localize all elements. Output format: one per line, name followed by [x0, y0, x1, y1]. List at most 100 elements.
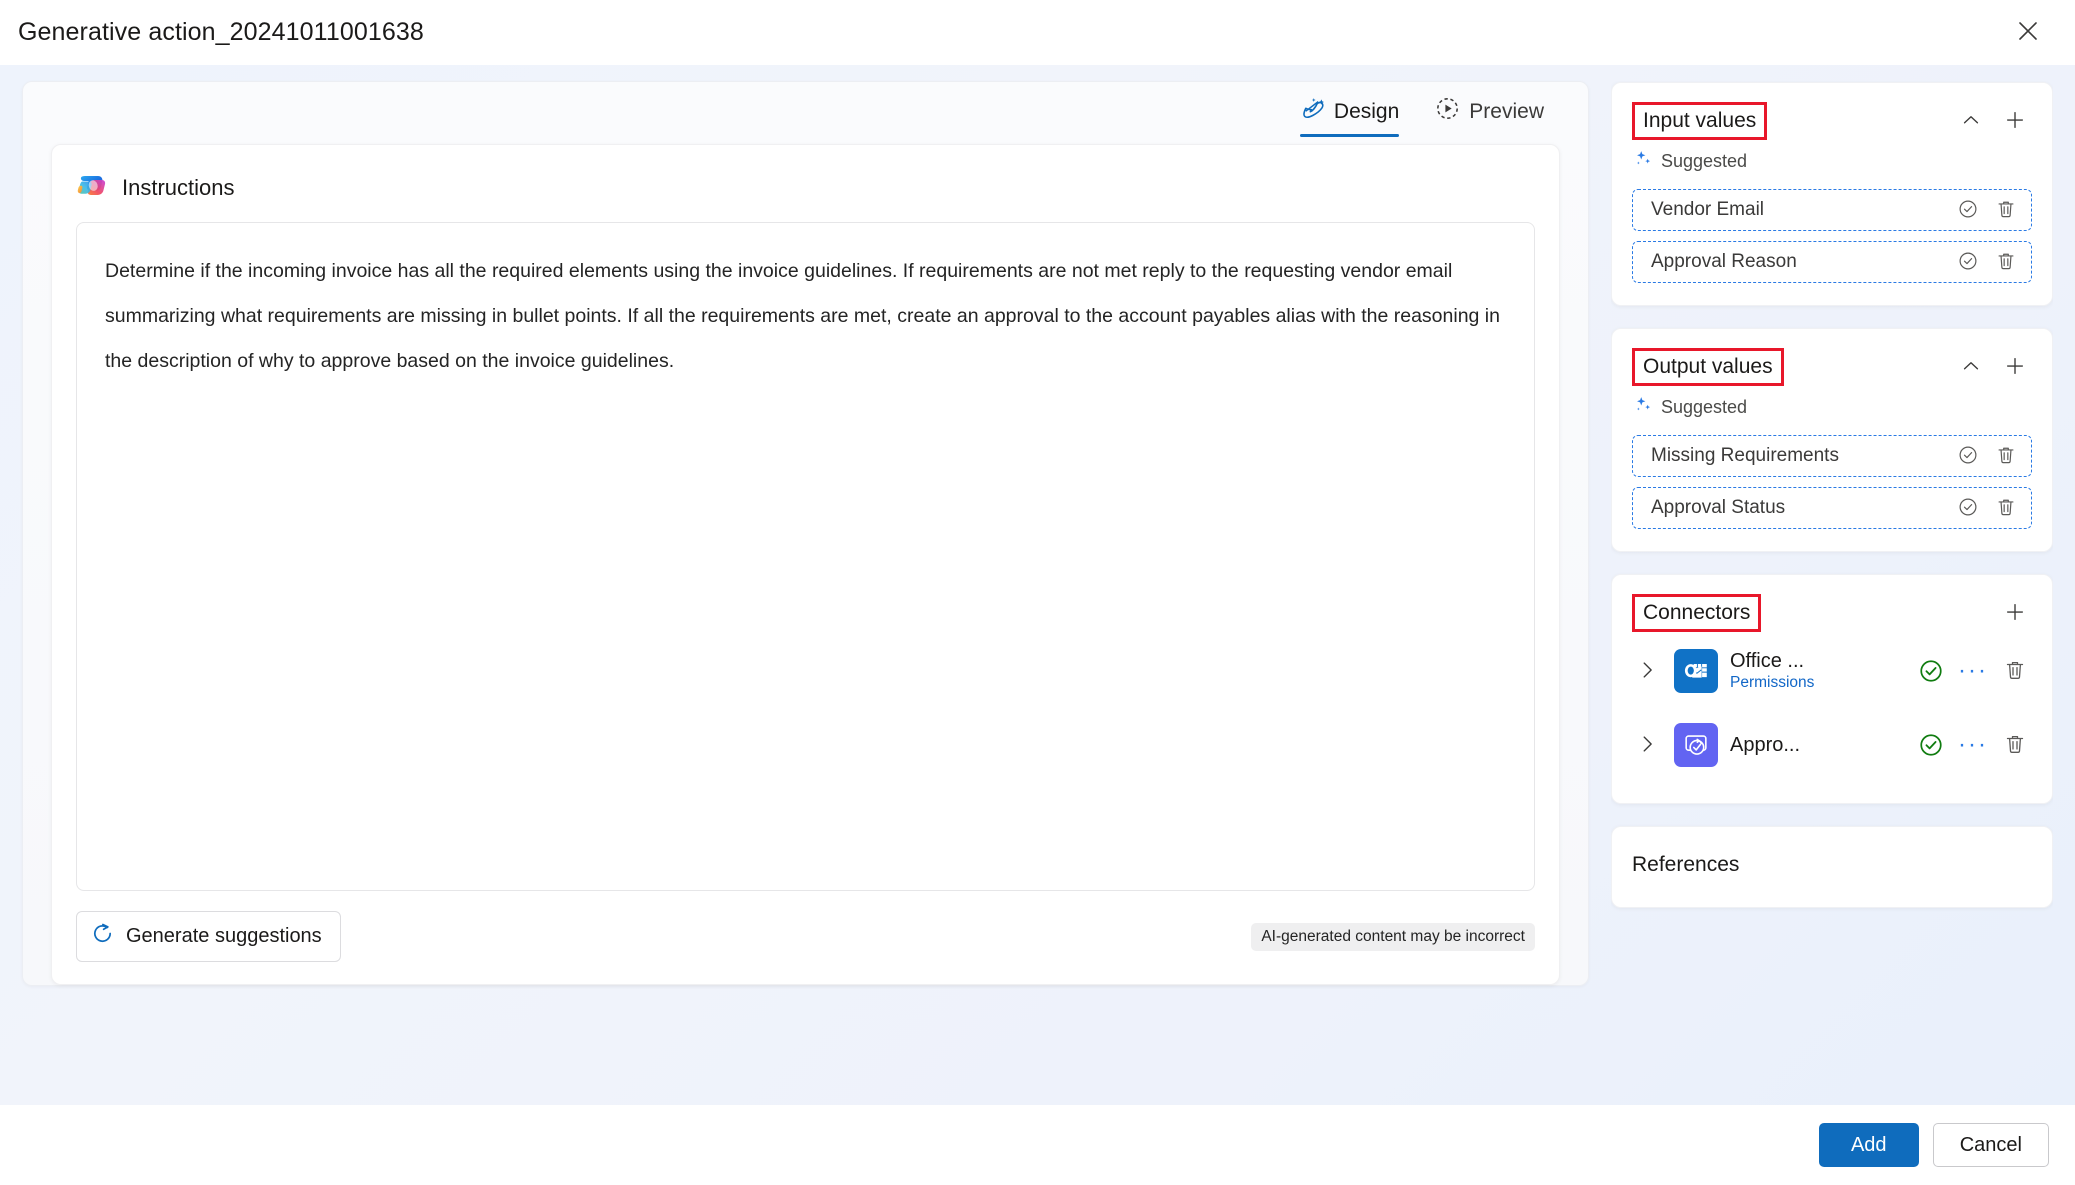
cancel-button[interactable]: Cancel — [1932, 1123, 2049, 1167]
input-value-name: Vendor Email — [1651, 199, 1765, 220]
plus-icon — [2004, 109, 2026, 134]
connectors-header: Connectors — [1632, 593, 2032, 633]
output-value-accept-button[interactable] — [1951, 491, 1985, 525]
sparkle-icon — [1634, 395, 1653, 419]
approvals-icon — [1674, 723, 1718, 767]
design-surface: Design Preview Instructions Determine if… — [22, 81, 1589, 986]
connector-name: Appro... — [1730, 733, 1801, 756]
output-values-actions — [1954, 350, 2032, 384]
check-circle-green-icon — [1914, 728, 1948, 762]
references-panel: References — [1611, 826, 2053, 908]
output-values-panel: Output values Suggested Missing Requirem… — [1611, 328, 2053, 552]
sparkle-icon — [1634, 149, 1653, 173]
chevron-right-icon — [1636, 659, 1658, 684]
instructions-text: Determine if the incoming invoice has al… — [105, 260, 1500, 373]
output-values-add-button[interactable] — [1998, 350, 2032, 384]
output-value-name: Missing Requirements — [1651, 445, 1839, 466]
generate-suggestions-label: Generate suggestions — [126, 925, 322, 947]
add-button[interactable]: Add — [1818, 1123, 1919, 1167]
connectors-actions — [1998, 596, 2032, 630]
instructions-title: Instructions — [122, 174, 235, 200]
output-value-item[interactable]: Approval Status — [1632, 487, 2032, 529]
tab-design-label: Design — [1333, 99, 1400, 123]
input-values-panel: Input values Suggested Vendor Email Appr… — [1611, 82, 2053, 306]
close-icon — [2017, 20, 2039, 45]
generate-suggestions-button[interactable]: Generate suggestions — [76, 911, 341, 962]
output-values-suggested-label: Suggested — [1661, 396, 1748, 417]
copilot-icon — [76, 169, 108, 206]
connectors-panel: Connectors Office ... Permissions ··· Ap… — [1611, 574, 2053, 804]
plus-icon — [2004, 355, 2026, 380]
input-value-item[interactable]: Vendor Email — [1632, 189, 2032, 231]
output-value-actions — [1951, 491, 2023, 525]
connector-expand-button[interactable] — [1632, 730, 1662, 760]
connector-delete-button[interactable] — [1998, 654, 2032, 688]
trash-icon — [1995, 250, 2017, 275]
tab-design[interactable]: Design — [1286, 88, 1413, 139]
chevron-up-icon — [1960, 109, 1982, 134]
play-circle-dashed-icon — [1435, 96, 1460, 127]
refresh-icon — [91, 922, 114, 951]
dialog-footer: Add Cancel — [0, 1105, 2075, 1185]
connector-delete-button[interactable] — [1998, 728, 2032, 762]
output-value-actions — [1951, 439, 2023, 473]
input-value-delete-button[interactable] — [1989, 245, 2023, 279]
ellipsis-icon: ··· — [1958, 730, 1988, 758]
output-value-item[interactable]: Missing Requirements — [1632, 435, 2032, 477]
check-circle-icon — [1957, 444, 1979, 469]
input-value-accept-button[interactable] — [1951, 245, 1985, 279]
output-value-accept-button[interactable] — [1951, 439, 1985, 473]
connector-actions: ··· — [1914, 728, 2032, 762]
output-values-header: Output values — [1632, 347, 2032, 387]
trash-icon — [2003, 732, 2027, 759]
connectors-title: Connectors — [1632, 593, 1762, 633]
design-column: Design Preview Instructions Determine if… — [22, 81, 1589, 1091]
input-value-delete-button[interactable] — [1989, 193, 2023, 227]
output-values-suggested-row: Suggested — [1632, 387, 2032, 425]
input-values-collapse-button[interactable] — [1954, 104, 1988, 138]
instructions-textarea[interactable]: Determine if the incoming invoice has al… — [76, 222, 1535, 891]
connector-row[interactable]: Office ... Permissions ··· — [1632, 633, 2032, 707]
trash-icon — [1995, 444, 2017, 469]
connectors-add-button[interactable] — [1998, 596, 2032, 630]
output-values-collapse-button[interactable] — [1954, 350, 1988, 384]
check-circle-icon — [1957, 496, 1979, 521]
chevron-right-icon — [1636, 733, 1658, 758]
input-value-item[interactable]: Approval Reason — [1632, 241, 2032, 283]
trash-icon — [1995, 198, 2017, 223]
close-button[interactable] — [2007, 12, 2049, 54]
connector-texts: Office ... Permissions — [1730, 650, 1850, 692]
plus-icon — [2004, 601, 2026, 626]
connector-row[interactable]: Appro... ··· — [1632, 707, 2032, 781]
input-value-actions — [1951, 193, 2023, 227]
dialog-header: Generative action_20241011001638 — [0, 0, 2075, 65]
input-values-header: Input values — [1632, 101, 2032, 141]
connector-expand-button[interactable] — [1632, 656, 1662, 686]
input-value-accept-button[interactable] — [1951, 193, 1985, 227]
office365-outlook-icon — [1674, 649, 1718, 693]
connector-permissions-link[interactable]: Permissions — [1730, 674, 1850, 692]
ai-disclaimer: AI-generated content may be incorrect — [1251, 922, 1535, 951]
input-values-add-button[interactable] — [1998, 104, 2032, 138]
connector-more-button[interactable]: ··· — [1956, 728, 1990, 762]
output-values-title: Output values — [1632, 347, 1784, 387]
tab-preview-label: Preview — [1469, 99, 1544, 123]
input-value-actions — [1951, 245, 2023, 279]
output-value-delete-button[interactable] — [1989, 491, 2023, 525]
connector-more-button[interactable]: ··· — [1956, 654, 1990, 688]
instructions-header: Instructions — [76, 165, 1535, 222]
view-tabs: Design Preview — [23, 82, 1588, 144]
check-circle-icon — [1957, 250, 1979, 275]
tab-preview[interactable]: Preview — [1421, 88, 1558, 139]
magic-wand-sparkle-icon — [1300, 96, 1325, 127]
instructions-card: Instructions Determine if the incoming i… — [51, 144, 1560, 985]
output-value-name: Approval Status — [1651, 497, 1786, 518]
input-values-suggested-label: Suggested — [1661, 150, 1748, 171]
output-value-delete-button[interactable] — [1989, 439, 2023, 473]
connector-name: Office ... — [1730, 650, 1805, 672]
check-circle-green-icon — [1914, 654, 1948, 688]
references-title: References — [1632, 853, 1740, 876]
input-values-actions — [1954, 104, 2032, 138]
connector-texts: Appro... — [1730, 734, 1850, 757]
connector-actions: ··· — [1914, 654, 2032, 688]
